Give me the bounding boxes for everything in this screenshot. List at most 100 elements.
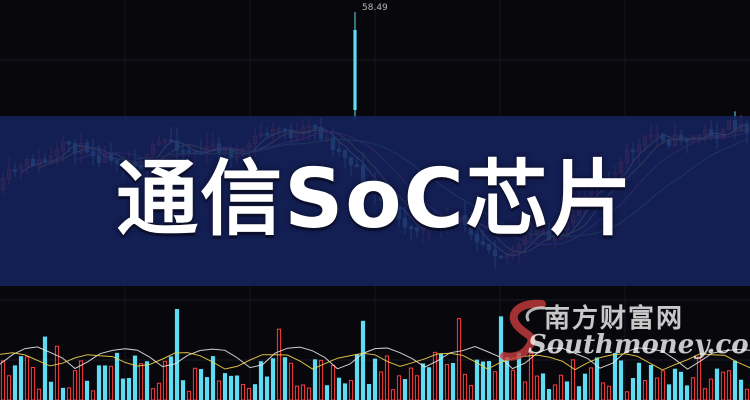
volume-bar <box>24 356 30 400</box>
volume-bar <box>468 385 474 400</box>
volume-bar <box>252 384 258 400</box>
volume-bar <box>444 364 450 400</box>
volume-bar <box>702 388 708 400</box>
volume-bar <box>348 379 354 400</box>
volume-bar <box>282 357 288 400</box>
volume-bar <box>708 378 714 400</box>
volume-bar <box>204 377 210 400</box>
volume-bar <box>462 373 468 400</box>
volume-bar <box>564 381 570 400</box>
volume-bar <box>120 378 126 400</box>
volume-bar <box>144 361 150 400</box>
volume-bar <box>450 363 456 400</box>
volume-bar <box>156 382 162 400</box>
volume-bar <box>84 380 90 400</box>
volume-bar <box>216 380 222 400</box>
headline-title: 通信SoC芯片 <box>116 152 634 247</box>
volume-bar <box>240 383 246 400</box>
volume-bar <box>18 356 24 400</box>
volume-bar <box>324 385 330 400</box>
volume-bar <box>336 377 342 400</box>
volume-bar <box>642 380 648 400</box>
volume-bar <box>732 360 738 400</box>
volume-bar <box>420 363 426 400</box>
volume-bar <box>576 386 582 400</box>
volume-bar <box>186 390 192 400</box>
volume-bar <box>624 391 630 400</box>
volume-bar <box>636 362 642 400</box>
volume-bar <box>228 375 234 400</box>
volume-bar <box>150 388 156 400</box>
volume-bar <box>264 376 270 400</box>
volume-bar <box>180 380 186 400</box>
volume-bar <box>108 365 114 400</box>
volume-bar <box>534 375 540 400</box>
volume-bar <box>360 320 366 400</box>
volume-bar <box>588 367 594 400</box>
volume-bar <box>294 385 300 400</box>
volume-bar <box>162 360 168 400</box>
volume-bar <box>270 358 276 400</box>
volume-bar <box>54 345 60 400</box>
volume-bar <box>96 365 102 400</box>
volume-bar <box>600 382 606 400</box>
volume-bar <box>138 363 144 400</box>
volume-bar <box>126 377 132 400</box>
volume-bar <box>390 389 396 400</box>
volume-bar <box>690 377 696 400</box>
volume-bar <box>48 381 54 400</box>
peak-price-label: 58.49 <box>362 3 388 13</box>
volume-bar <box>300 384 306 400</box>
volume-bar <box>342 383 348 400</box>
volume-bar <box>312 359 318 400</box>
peak-candle <box>353 30 357 110</box>
volume-bar <box>276 328 282 400</box>
volume-bar <box>258 361 264 400</box>
volume-bar <box>30 366 36 400</box>
volume-bar <box>366 384 372 400</box>
volume-bar <box>672 368 678 400</box>
volume-bar <box>72 370 78 400</box>
volume-bar <box>648 364 654 400</box>
watermark-en: Southmoney.com <box>528 330 750 360</box>
volume-bar <box>426 367 432 400</box>
volume-bar <box>582 373 588 400</box>
volume-bar <box>666 384 672 400</box>
volume-bar <box>384 355 390 400</box>
volume-bar <box>78 360 84 400</box>
volume-bar <box>60 387 66 400</box>
volume-bar <box>234 375 240 400</box>
volume-bar <box>378 371 384 400</box>
volume-bar <box>402 379 408 400</box>
volume-bar <box>192 367 198 400</box>
volume-bar <box>132 355 138 400</box>
volume-bar <box>438 353 444 400</box>
volume-bar <box>408 367 414 400</box>
banner-image: 58.49 通信SoC芯片 南方财富网 Southmoney.com <box>0 0 750 400</box>
volume-bar <box>552 384 558 400</box>
volume-bar <box>726 370 732 400</box>
volume-bar <box>42 336 48 400</box>
volume-bar <box>0 360 6 400</box>
volume-bar <box>630 377 636 400</box>
volume-bar <box>90 390 96 400</box>
volume-bar <box>474 359 480 400</box>
volume-bar <box>198 369 204 400</box>
volume-bar <box>678 371 684 400</box>
volume-bar <box>522 381 528 400</box>
volume-bar <box>330 364 336 400</box>
volume-bar <box>396 375 402 400</box>
volume-bar <box>222 373 228 400</box>
volume-bar <box>114 352 120 400</box>
volume-bar <box>456 318 462 400</box>
volume-bar <box>354 354 360 400</box>
volume-bar <box>606 385 612 400</box>
volume-bar <box>558 374 564 400</box>
volume-bar <box>618 360 624 400</box>
volume-bar <box>168 356 174 400</box>
volume-bar <box>714 368 720 400</box>
volume-bar <box>174 309 180 400</box>
volume-bar <box>480 361 486 400</box>
volume-bar <box>654 377 660 400</box>
volume-bar <box>306 387 312 400</box>
